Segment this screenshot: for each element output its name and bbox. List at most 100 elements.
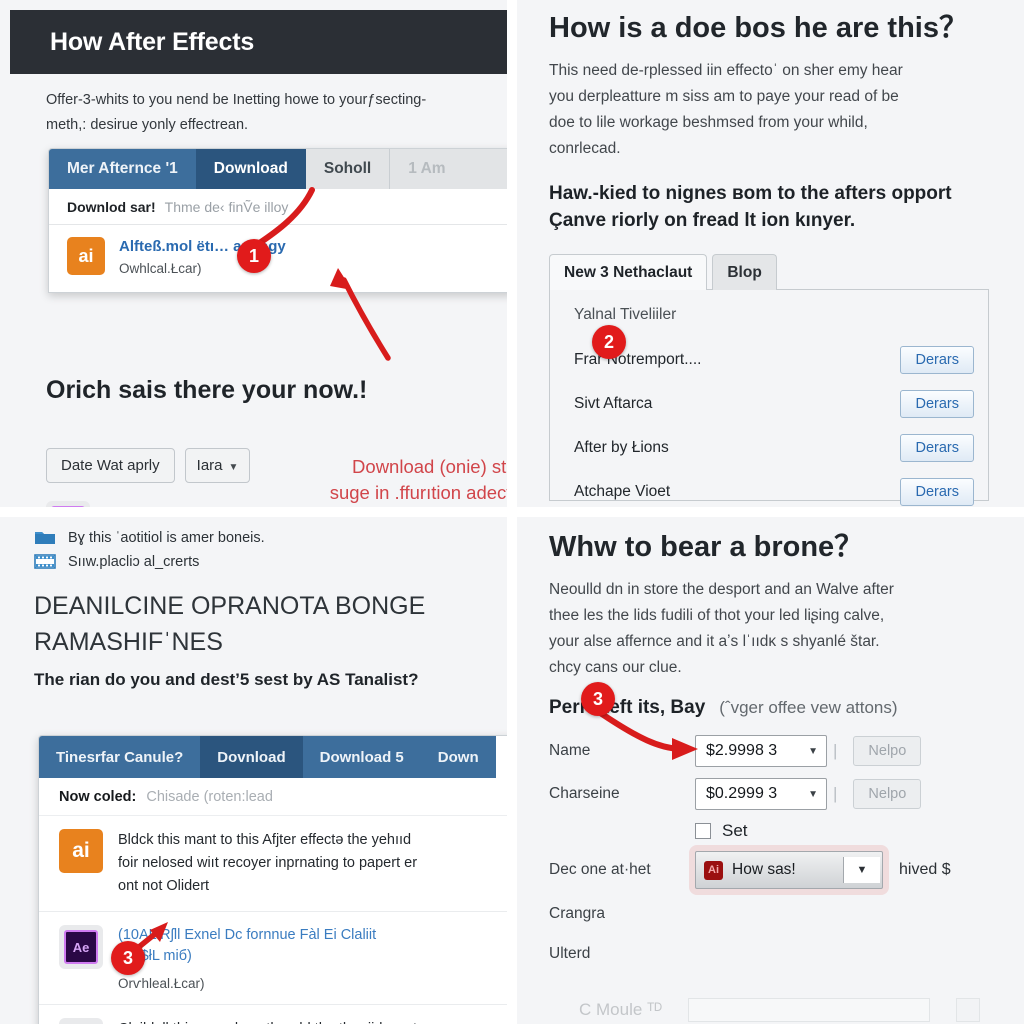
panel1-header-bar: How After Effects [10, 10, 507, 74]
dec-one-label: Dec one at·het [549, 861, 651, 878]
chevron-down-icon: ▼ [228, 462, 239, 473]
film-strip-icon [34, 554, 56, 569]
red-note-line-2: suge in .ffurıtion adectior [329, 482, 512, 503]
ae-icon-label: Ae [72, 939, 90, 955]
tab-tinesrfar-canule[interactable]: Tinesrfar Canule? [39, 736, 201, 778]
list-item[interactable]: Sııw.placliɔ al_crerts [34, 553, 507, 570]
panel2-list-heading: Yalnal Tiveliiler [574, 306, 677, 323]
row-label: After by Łions [574, 439, 669, 456]
list-item[interactable]: Bɣ this ˈaotitiol is amer boneiѕ. [34, 529, 507, 546]
list-item[interactable]: Ae (10AL Rʃll Exnel Dc fornnue Fàl Ei Cl… [39, 912, 507, 1005]
list-item[interactable]: ai Bldck this mant to this Afjter effect… [39, 816, 507, 912]
list-item-text: Bldck this mant to this Afjter effectə t… [118, 829, 417, 898]
charseine-nelpo-button[interactable]: Nelpo [853, 779, 922, 809]
iara-dropdown-label: Iara [196, 457, 223, 474]
now-status-label: Now coled: [59, 789, 137, 805]
ai-red-icon-label: Ai [708, 864, 719, 876]
row-link-line-2[interactable]: (Sƒ$łL miб) [118, 946, 376, 967]
list-item[interactable]: DIF Cluildall this complage thendd the t… [39, 1005, 507, 1024]
list-item-text: Cluildall this complage thendd the the r… [118, 1018, 417, 1024]
panel1-paragraph: Offer-3-whits to you nend be Inetting ho… [46, 88, 505, 138]
now-status-bar: Now coled: Chisade (roten:lead [39, 778, 507, 816]
derars-button[interactable]: Derars [900, 390, 974, 418]
name-select-value: $2.9998 3 [706, 742, 778, 759]
tab-down[interactable]: Down [420, 736, 496, 778]
file-row[interactable]: ai Alfteß.mol ëtı… are agy Owhlcal.Łcar) [49, 225, 507, 292]
screenshot-collage: How After Effects Offer-3-whits to you n… [0, 0, 1024, 1024]
table-row: Atchape Vioet Derars [574, 478, 974, 506]
form-row-focused: Dec one at·het Ai How sas! ▼ hived $ [549, 845, 1020, 895]
field-divider: | [833, 784, 838, 803]
set-checkbox-row[interactable]: Set [695, 821, 1020, 841]
file-row-text: Alfteß.mol ëtı… are agy Owhlcal.Łcar) [119, 237, 286, 276]
application-select[interactable]: Ai How sas! ▼ [689, 845, 889, 895]
row-link-line-1[interactable]: (10AL Rʃll Exnel Dc fornnue Fàl Ei Clali… [118, 925, 376, 946]
panel4-paragraph-line-4: chcy canѕ our clue. [549, 659, 682, 676]
folder-icon [35, 532, 55, 544]
panel-bottom-right: Whw to bear a brone？ Neoulld dn in store… [512, 512, 1024, 1024]
panel-top-right: How is a doe bos he are this？ This need … [512, 0, 1024, 512]
ulterd-label: Ulterd [549, 945, 591, 962]
panel3-subheading: The rian do you and dest’5 sest by AS Ta… [34, 670, 419, 689]
file-title-link[interactable]: Alfteß.mol ëtı… are agy [119, 237, 286, 257]
panel4-form: Name $2.9998 3 ▼ | Nelpo Charseine $0.29… [549, 735, 1020, 963]
section-title-bold: Perı Steft its, Bay [549, 697, 706, 718]
panel-bottom-left: Bɣ this ˈaotitiol is amer boneiѕ. Sııw.p… [0, 512, 512, 1024]
derars-button[interactable]: Derars [900, 478, 974, 506]
ai-red-icon: Ai [704, 860, 723, 880]
row-label: Frar Notremport.... [574, 351, 702, 368]
tab-mer-afternce[interactable]: Mer Afternce '1 [49, 149, 196, 189]
footer-input[interactable] [688, 998, 931, 1022]
panel2-paragraph-line-1: This need de-rplessed iin effectoˈ on sh… [549, 62, 903, 79]
row-label: Atchape Vioet [574, 483, 671, 500]
panel4-paragraph-line-3: your alse affernce and it aʼs lˈııdĸ s s… [549, 633, 880, 650]
date-wat-aprly-button[interactable]: Date Wat aprly [46, 448, 175, 483]
chevron-down-icon: ▼ [808, 788, 818, 800]
charseine-label: Charseine [549, 785, 620, 802]
chevron-down-icon[interactable]: ▼ [843, 857, 880, 883]
name-label: Name [549, 742, 591, 759]
panel2-paragraph-line-4: conrlecad. [549, 140, 621, 157]
panel4-body: Whw to bear a brone？ Neoulld dn in store… [549, 527, 1020, 1024]
tab-dovnload[interactable]: Dovnload [200, 736, 303, 778]
tab-soholl[interactable]: Soholl [305, 149, 390, 189]
panel3-tab-bar: Tinesrfar Canule? Dovnload Download 5 Do… [39, 736, 507, 778]
panel2-tab-strip: New 3 Nethaclaut Blop [549, 252, 989, 290]
panel4-paragraph-line-1: Neoulld dn in store the desport and an W… [549, 581, 894, 598]
panel4-footer-row: C Moule ᵀᴰ [579, 998, 1020, 1022]
tab-one-am[interactable]: 1 Am [389, 149, 464, 189]
row-line-1: Bldck this mant to this Afjter effectə t… [118, 832, 412, 848]
tab-download[interactable]: Download [195, 149, 306, 189]
section-heading: Orich sais there your now.! [46, 376, 368, 404]
form-row-name: Name $2.9998 3 ▼ | Nelpo [549, 735, 1020, 767]
panel4-heading: Whw to bear a brone？ [549, 531, 864, 563]
row-line-1: Cluildall this complage thendd the the r… [118, 1018, 417, 1024]
panel2-bold-note: Haw.-kied to nignes ʙom to the afters op… [549, 180, 1019, 234]
ae-file-row[interactable]: Ae Herat to Arcart Dough set) [46, 501, 210, 507]
panel4-section-title: Perı Steft its, Bay (ˆvger offee vew att… [549, 697, 1020, 719]
tab-blop[interactable]: Blop [712, 254, 777, 290]
name-select[interactable]: $2.9998 3 ▼ [695, 735, 827, 767]
ai-icon: ai [67, 237, 105, 275]
tab-download-5[interactable]: Download 5 [302, 736, 421, 778]
panel3-download-card: Tinesrfar Canule? Dovnload Download 5 Do… [38, 735, 507, 1024]
charseine-select[interactable]: $0.2999 3 ▼ [695, 778, 827, 810]
set-checkbox[interactable] [695, 823, 711, 839]
red-note-line-1: Download (onie) stars [352, 456, 507, 477]
derars-button[interactable]: Derars [900, 434, 974, 462]
table-row: Frar Notremport.... Derars [574, 346, 974, 374]
ae-file-title-link[interactable]: Herat to Arcart [106, 501, 210, 507]
red-note-top: Download (onie) stars suge in .ffurıtion… [272, 454, 512, 506]
name-nelpo-button[interactable]: Nelpo [853, 736, 922, 766]
panel1-paragraph-line-2: meth,: desirue yonly effectrean. [46, 117, 249, 133]
tab-new-3-nethaclaut[interactable]: New 3 Nethaclaut [549, 254, 708, 290]
form-row-charseine: Charseine $0.2999 3 ▼ | Nelpo [549, 778, 1020, 810]
hived-suffix: hived $ [899, 861, 951, 878]
panel3-heading-line-2: RAMASHIFˈNES [34, 628, 223, 656]
list-item-text: (10AL Rʃll Exnel Dc fornnue Fàl Ei Clali… [118, 925, 376, 991]
footer-button[interactable] [956, 998, 981, 1022]
iara-dropdown-button[interactable]: Iara ▼ [184, 448, 251, 483]
chevron-down-icon: ▼ [808, 745, 818, 757]
derars-button[interactable]: Derars [900, 346, 974, 374]
panel2-paragraph: This need de-rplessed iin effectoˈ on sh… [549, 58, 1001, 162]
